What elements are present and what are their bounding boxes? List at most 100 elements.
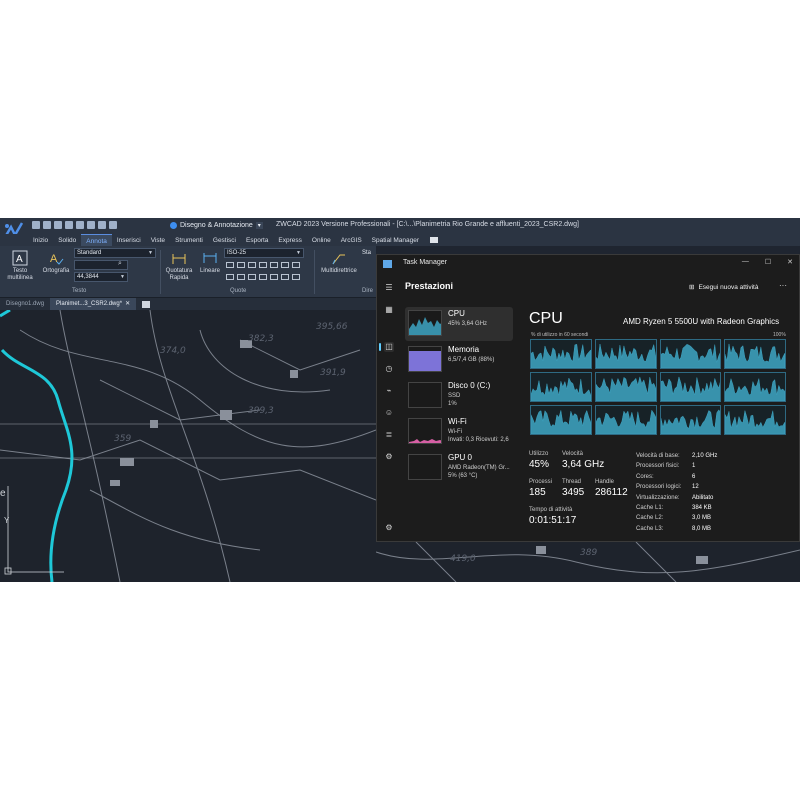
doc-tab-disegno1[interactable]: Disegno1.dwg [0, 298, 50, 310]
print-icon[interactable] [76, 221, 84, 229]
hamburger-menu-icon[interactable]: ☰ [384, 283, 394, 293]
wifi-thumbnail-graph [408, 418, 442, 444]
perf-item-name: Memoria [448, 345, 480, 354]
search-icon[interactable]: ⌕ [118, 260, 122, 268]
redo-icon[interactable] [109, 221, 117, 229]
dimension-tools-row-2 [226, 274, 300, 280]
chevron-down-icon: ▼ [120, 274, 125, 280]
map-label: 395,66 [316, 322, 348, 332]
close-button[interactable]: ✕ [787, 258, 793, 266]
perf-item-name: CPU [448, 309, 465, 318]
map-label: 419,0 [450, 554, 476, 564]
perf-item-detail: SSD [448, 393, 461, 399]
save-icon[interactable] [54, 221, 62, 229]
dim-tool-icon[interactable] [248, 262, 256, 268]
tab-annota[interactable]: Annota [81, 234, 112, 246]
dim-tool-icon[interactable] [259, 274, 267, 280]
app-history-icon[interactable]: ◷ [384, 364, 394, 374]
dim-tool-icon[interactable] [226, 274, 234, 280]
panel-testo-label: Testo [72, 288, 87, 294]
leader-style-partial[interactable]: Sta [362, 250, 371, 256]
cpu-core-graph [659, 405, 722, 435]
dimension-style-select[interactable]: ISO-25 ▼ [224, 248, 304, 258]
run-new-task-button[interactable]: ⊞ Esegui nuova attività [689, 283, 758, 292]
users-icon[interactable]: ☺ [384, 408, 394, 418]
plot-icon[interactable] [87, 221, 95, 229]
doc-tab-planimetria[interactable]: Planimet...3_CSR2.dwg* ✕ [50, 298, 137, 310]
stat-label: Thread [562, 479, 582, 485]
tab-solido[interactable]: Solido [53, 234, 81, 246]
dim-tool-icon[interactable] [237, 262, 245, 268]
tab-spatial-manager[interactable]: Spatial Manager [367, 234, 424, 246]
quick-dimension-button[interactable]: Quotatura Rapida [162, 250, 196, 282]
dim-tool-icon[interactable] [270, 274, 278, 280]
dim-tool-icon[interactable] [248, 274, 256, 280]
spec-value: 384 KB [692, 504, 712, 511]
dim-tool-icon[interactable] [281, 262, 289, 268]
settings-icon[interactable]: ⚙ [384, 523, 394, 533]
cpu-detail-title: CPU [529, 310, 563, 327]
dim-tool-icon[interactable] [226, 262, 234, 268]
dim-tool-icon[interactable] [237, 274, 245, 280]
stat-value: 3495 [562, 487, 585, 498]
stat-label: Handle [595, 479, 615, 485]
dim-tool-icon[interactable] [292, 262, 300, 268]
more-options-icon[interactable]: ··· [779, 281, 787, 290]
linear-dimension-button[interactable]: Lineare [196, 250, 224, 275]
save-as-icon[interactable] [65, 221, 73, 229]
dim-tool-icon[interactable] [259, 262, 267, 268]
tab-gestisci[interactable]: Gestisci [208, 234, 241, 246]
tab-online[interactable]: Online [307, 234, 336, 246]
close-icon[interactable]: ✕ [125, 301, 130, 307]
disk-thumbnail-graph [408, 382, 442, 408]
drawing-canvas[interactable]: 395,66 374,0 382,3 391,9 399,3 359 Y e [0, 310, 376, 582]
stat-value: 0:01:51:17 [529, 515, 577, 526]
dim-tool-icon[interactable] [270, 262, 278, 268]
perf-item-gpu[interactable]: GPU 0 AMD Radeon(TM) Gr... 5% (63 °C) [405, 451, 513, 485]
tab-viste[interactable]: Viste [146, 234, 170, 246]
processes-icon[interactable]: ▦ [384, 305, 394, 315]
ribbon-tabs: Inizio Solido Annota Inserisci Viste Str… [0, 234, 800, 246]
open-file-icon[interactable] [43, 221, 51, 229]
spec-row: Processori logici: 12 [636, 482, 717, 492]
details-icon[interactable]: ≣ [384, 430, 394, 440]
performance-icon[interactable]: ◫ [384, 342, 394, 352]
cpu-core-graphs [530, 339, 786, 435]
tab-esporta[interactable]: Esporta [241, 234, 273, 246]
spec-key: Virtualizzazione: [636, 494, 680, 501]
perf-item-detail: 5% (63 °C) [448, 473, 478, 479]
new-file-icon[interactable] [32, 221, 40, 229]
undo-icon[interactable] [98, 221, 106, 229]
dim-tool-icon[interactable] [292, 274, 300, 280]
tab-strumenti[interactable]: Strumenti [170, 234, 208, 246]
tab-arcgis[interactable]: ArcGIS [336, 234, 367, 246]
perf-item-name: Wi-Fi [448, 417, 467, 426]
perf-item-cpu[interactable]: CPU 45% 3,64 GHz [405, 307, 513, 341]
multileader-button[interactable]: Multidirettrice [318, 250, 360, 275]
stat-uptime: Tempo di attività 0:01:51:17 [529, 507, 576, 526]
ribbon-toggle-icon[interactable] [430, 237, 438, 243]
minimize-button[interactable]: — [742, 258, 749, 266]
dim-tool-icon[interactable] [281, 274, 289, 280]
spelling-button[interactable]: A Ortografia [40, 250, 72, 275]
task-manager-window: Task Manager — ☐ ✕ ☰ ▦ ◫ ◷ ⌁ ☺ ≣ ⚙ ⚙ Pre… [376, 254, 800, 542]
maximize-button[interactable]: ☐ [765, 258, 771, 266]
text-style-select[interactable]: Standard ▼ [74, 248, 156, 258]
drawing-canvas-lower[interactable]: 419,0 389 [376, 542, 800, 582]
startup-apps-icon[interactable]: ⌁ [384, 386, 394, 396]
tab-express[interactable]: Express [273, 234, 306, 246]
tab-inizio[interactable]: Inizio [28, 234, 53, 246]
new-tab-icon[interactable] [142, 300, 151, 308]
text-height-select[interactable]: 44,3844 ▼ [74, 272, 128, 282]
spelling-label: Ortografia [42, 268, 70, 274]
multiline-text-button[interactable]: A Testo multilinea [4, 250, 36, 282]
ribbon-separator [160, 250, 161, 294]
perf-item-wifi[interactable]: Wi-Fi Wi-Fi Invati: 0,3 Ricevuti: 2,6 [405, 415, 513, 449]
services-icon[interactable]: ⚙ [384, 452, 394, 462]
perf-item-memory[interactable]: Memoria 6,5/7,4 GB (88%) [405, 343, 513, 377]
tab-inserisci[interactable]: Inserisci [112, 234, 146, 246]
dimension-style-value: ISO-25 [227, 250, 247, 256]
workspace-dropdown[interactable]: Disegno & Annotazione ▾ [170, 220, 263, 231]
spec-key: Processori logici: [636, 484, 682, 491]
perf-item-disk[interactable]: Disco 0 (C:) SSD 1% [405, 379, 513, 413]
